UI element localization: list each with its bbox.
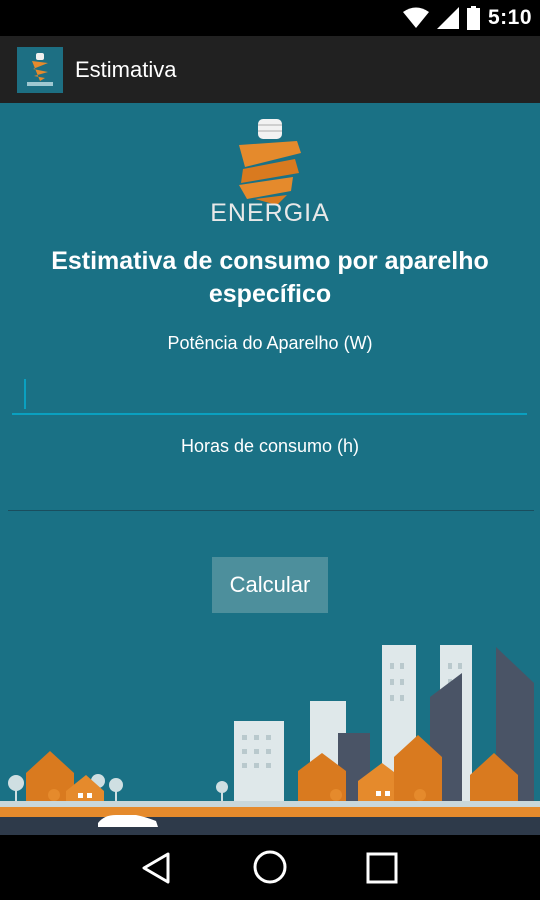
app-logo-icon xyxy=(17,46,63,93)
text-cursor xyxy=(24,379,26,409)
status-bar: 5:10 xyxy=(0,0,540,36)
home-icon[interactable] xyxy=(252,849,288,885)
wifi-icon xyxy=(402,7,429,28)
city-skyline-illustration xyxy=(0,645,540,835)
status-icons: 5:10 xyxy=(402,6,532,30)
status-time: 5:10 xyxy=(487,6,532,29)
main-content: ENERGIA Estimativa de consumo por aparel… xyxy=(0,103,540,835)
power-field-label: Potência do Aparelho (W) xyxy=(167,333,373,353)
app-title: Estimativa xyxy=(75,56,177,82)
hours-field-label: Horas de consumo (h) xyxy=(180,436,360,456)
back-icon[interactable] xyxy=(140,851,172,885)
hours-input[interactable] xyxy=(8,471,534,511)
recents-icon[interactable] xyxy=(366,852,398,884)
battery-icon xyxy=(466,6,480,30)
page-heading: Estimativa de consumo por aparelho espec… xyxy=(51,247,489,308)
power-input[interactable] xyxy=(12,375,527,415)
calculate-button[interactable]: Calcular xyxy=(212,557,328,613)
app-bar: Estimativa xyxy=(0,36,540,103)
brand-name: ENERGIA xyxy=(210,199,330,227)
signal-icon xyxy=(436,7,459,29)
navigation-bar xyxy=(0,835,540,900)
